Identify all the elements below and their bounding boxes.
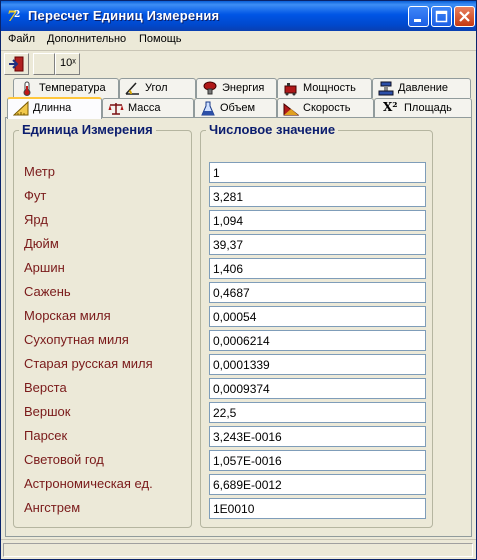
tab-label: Масса <box>128 102 161 114</box>
status-bar <box>1 539 476 559</box>
app-window: 7 2 Пересчет Единиц Измерения Файл Допол… <box>0 0 477 560</box>
tab-area[interactable]: X² Площадь <box>374 98 472 118</box>
tab-energy[interactable]: Энергия <box>196 78 277 98</box>
value-field[interactable]: 22,5 <box>209 402 426 423</box>
tab-label: Давление <box>398 82 449 94</box>
title-bar[interactable]: 7 2 Пересчет Единиц Измерения <box>1 1 476 31</box>
value-field[interactable]: 3,243E-0016 <box>209 426 426 447</box>
flask-icon <box>201 101 215 116</box>
tab-label: Длинна <box>33 102 72 114</box>
pressure-icon <box>378 81 394 96</box>
value-field[interactable]: 0,0001339 <box>209 354 426 375</box>
blank-tool-button[interactable] <box>33 53 55 75</box>
unit-label: Старая русская миля <box>24 356 153 371</box>
scales-icon <box>108 103 124 115</box>
tab-label: Скорость <box>303 102 351 114</box>
menu-bar: Файл Дополнительно Помощь <box>1 31 476 51</box>
value-field[interactable]: 0,4687 <box>209 282 426 303</box>
value-field[interactable]: 39,37 <box>209 234 426 255</box>
close-icon <box>459 11 470 22</box>
tab-temperature[interactable]: Температура <box>13 78 119 98</box>
value-field[interactable]: 1,057E-0016 <box>209 450 426 471</box>
ruler-icon <box>13 101 29 116</box>
maximize-icon <box>435 10 448 23</box>
status-pane <box>3 543 473 557</box>
unit-label: Ангстрем <box>24 500 81 515</box>
menu-help[interactable]: Помощь <box>139 33 182 45</box>
unit-label: Световой год <box>24 452 104 467</box>
maximize-button[interactable] <box>431 6 452 27</box>
app-icon: 7 2 <box>7 9 20 25</box>
exit-door-icon <box>9 56 24 72</box>
tab-power[interactable]: Мощность <box>277 78 372 98</box>
value-field[interactable]: 1 <box>209 162 426 183</box>
window-title: Пересчет Единиц Измерения <box>28 8 220 23</box>
menu-additional[interactable]: Дополнительно <box>47 33 126 45</box>
tab-label: Угол <box>145 82 168 94</box>
toolbar: 10ˣ <box>1 51 476 78</box>
unit-label: Вершок <box>24 404 71 419</box>
thermometer-icon <box>23 81 31 96</box>
value-field[interactable]: 0,0009374 <box>209 378 426 399</box>
unit-label: Сухопутная миля <box>24 332 129 347</box>
tab-label: Мощность <box>303 82 356 94</box>
tab-label: Температура <box>39 82 106 94</box>
value-field[interactable]: 1,406 <box>209 258 426 279</box>
unit-label: Метр <box>24 164 55 179</box>
unit-label: Ярд <box>24 212 48 227</box>
angle-icon <box>125 82 139 95</box>
units-group-title: Единица Измерения <box>19 122 156 137</box>
unit-label: Морская миля <box>24 308 111 323</box>
tab-strip: Температура Угол Энергия Мощность Давлен… <box>5 78 473 119</box>
unit-label: Верста <box>24 380 67 395</box>
tab-panel-length: Единица Измерения Числовое значение Метр… <box>5 117 472 537</box>
value-field[interactable]: 1E0010 <box>209 498 426 519</box>
power-of-ten-label: 10ˣ <box>60 57 76 69</box>
unit-label: Фут <box>24 188 47 203</box>
tab-label: Площадь <box>404 102 452 114</box>
value-field[interactable]: 1,094 <box>209 210 426 231</box>
tab-pressure[interactable]: Давление <box>372 78 471 98</box>
minimize-button[interactable] <box>408 6 429 27</box>
value-field[interactable]: 6,689E-0012 <box>209 474 426 495</box>
unit-label: Астрономическая ед. <box>24 476 153 491</box>
unit-label: Парсек <box>24 428 68 443</box>
value-field[interactable]: 0,00054 <box>209 306 426 327</box>
tab-length[interactable]: Длинна <box>7 97 102 119</box>
power-of-ten-button[interactable]: 10ˣ <box>55 53 80 75</box>
tab-speed[interactable]: Скорость <box>277 98 374 118</box>
minimize-icon <box>414 19 421 22</box>
tab-label: Энергия <box>222 82 265 94</box>
close-button[interactable] <box>454 6 475 27</box>
tab-mass[interactable]: Масса <box>102 98 194 118</box>
area-icon: X² <box>383 100 398 114</box>
value-field[interactable]: 3,281 <box>209 186 426 207</box>
unit-label: Сажень <box>24 284 71 299</box>
value-field[interactable]: 0,0006214 <box>209 330 426 351</box>
svg-text:2: 2 <box>14 10 20 20</box>
unit-label: Дюйм <box>24 236 59 251</box>
tab-label: Объем <box>220 102 256 114</box>
tab-angle[interactable]: Угол <box>119 78 196 98</box>
energy-icon <box>203 81 217 95</box>
exit-button[interactable] <box>4 53 29 75</box>
menu-file[interactable]: Файл <box>8 33 35 45</box>
tab-volume[interactable]: Объем <box>194 98 277 118</box>
speed-icon <box>283 102 299 116</box>
values-group-title: Числовое значение <box>206 122 339 137</box>
unit-label: Аршин <box>24 260 65 275</box>
power-icon <box>284 83 297 96</box>
